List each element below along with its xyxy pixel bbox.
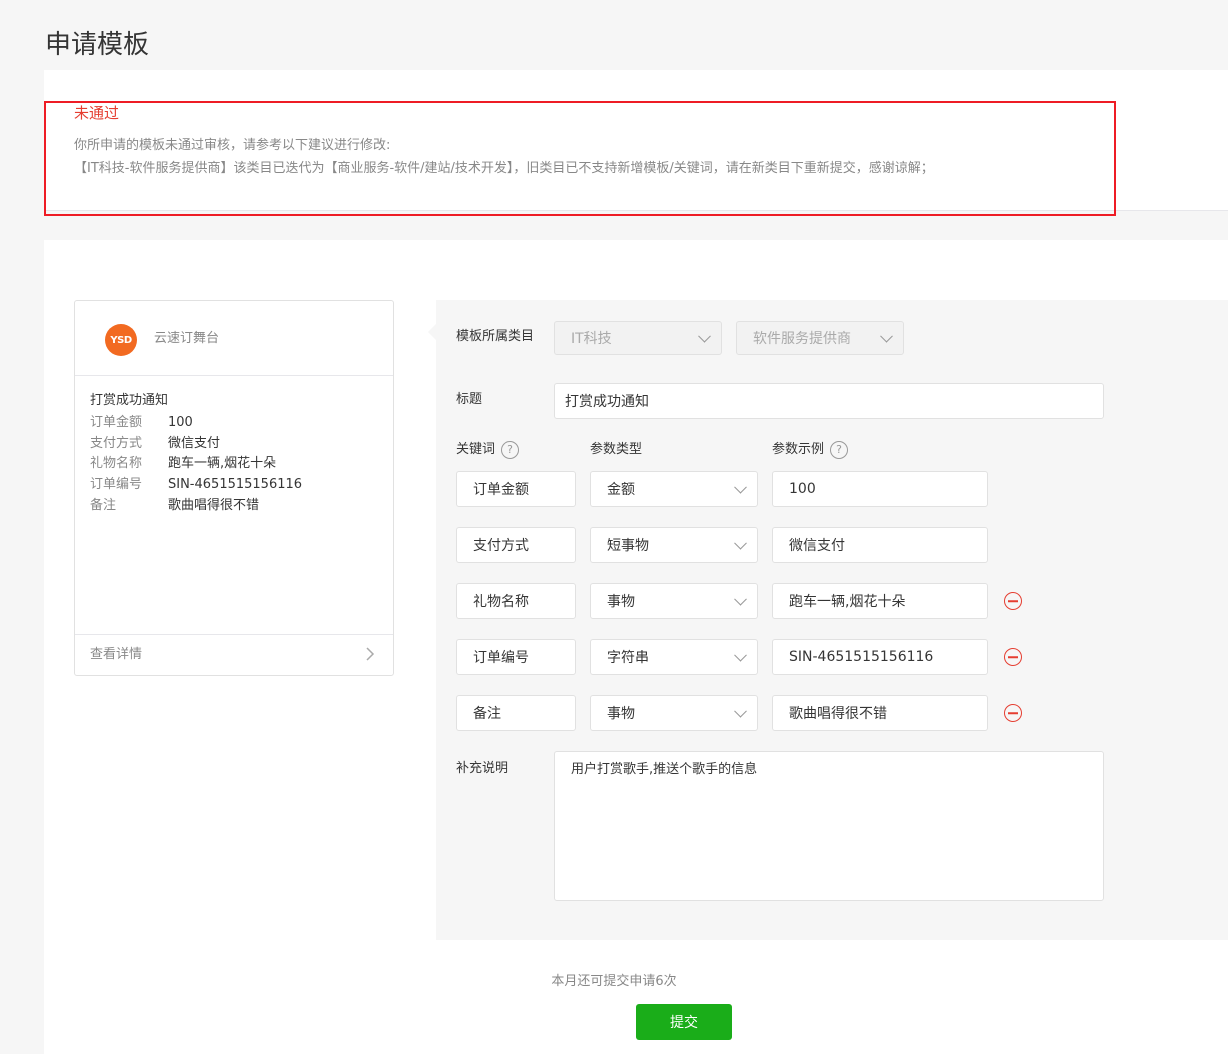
keyword-name-value: 备注 bbox=[473, 706, 501, 722]
preview-row-value: 歌曲唱得很不错 bbox=[168, 498, 260, 513]
keyword-name-input[interactable]: 订单金额 bbox=[456, 471, 576, 507]
submission-quota: 本月还可提交申请6次 bbox=[551, 974, 677, 989]
keyword-type-select[interactable]: 短事物 bbox=[590, 527, 758, 563]
keyword-example-input[interactable]: 歌曲唱得很不错 bbox=[772, 695, 988, 731]
view-details-link[interactable]: 查看详情 bbox=[75, 634, 393, 675]
keyword-type-value: 短事物 bbox=[607, 538, 649, 554]
category-label: 模板所属类目 bbox=[456, 329, 535, 344]
preview-row: 订单编号 SIN-4651515156116 bbox=[90, 475, 302, 495]
title-input-value: 打赏成功通知 bbox=[565, 394, 649, 410]
category-secondary-value: 软件服务提供商 bbox=[753, 331, 851, 347]
keyword-example-value: 100 bbox=[789, 481, 816, 497]
preview-row-value: 100 bbox=[168, 415, 193, 430]
keyword-type-select[interactable]: 字符串 bbox=[590, 639, 758, 675]
help-icon[interactable]: ? bbox=[501, 440, 520, 459]
keyword-type-value: 事物 bbox=[607, 706, 635, 722]
chevron-right-icon bbox=[366, 647, 375, 661]
keyword-name-value: 礼物名称 bbox=[473, 594, 529, 610]
keyword-type-select[interactable]: 事物 bbox=[590, 695, 758, 731]
remove-keyword-icon[interactable] bbox=[1004, 592, 1022, 610]
preview-row-key: 礼物名称 bbox=[90, 456, 143, 471]
keyword-example-input[interactable]: 100 bbox=[772, 471, 988, 507]
remove-keyword-icon[interactable] bbox=[1004, 648, 1022, 666]
preview-row: 支付方式 微信支付 bbox=[90, 434, 220, 454]
keyword-column-label: 关键词 bbox=[456, 442, 496, 457]
chevron-down-icon bbox=[734, 480, 747, 494]
keyword-example-value: 跑车一辆,烟花十朵 bbox=[789, 594, 906, 610]
chevron-down-icon bbox=[698, 329, 711, 343]
preview-row-value: 微信支付 bbox=[168, 436, 221, 451]
keyword-type-value: 事物 bbox=[607, 594, 635, 610]
example-column-header: 参数示例? bbox=[772, 440, 849, 460]
keyword-type-select[interactable]: 金额 bbox=[590, 471, 758, 507]
keyword-column-header: 关键词? bbox=[456, 440, 520, 460]
keyword-type-value: 金额 bbox=[607, 482, 635, 498]
remove-keyword-icon[interactable] bbox=[1004, 704, 1022, 722]
keyword-type-select[interactable]: 事物 bbox=[590, 583, 758, 619]
keyword-example-input[interactable]: 跑车一辆,烟花十朵 bbox=[772, 583, 988, 619]
example-column-label: 参数示例 bbox=[772, 442, 825, 457]
rejection-message-line2: 【IT科技-软件服务提供商】该类目已迭代为【商业服务-软件/建站/技术开发】，旧… bbox=[74, 161, 934, 176]
keyword-name-value: 支付方式 bbox=[473, 538, 529, 554]
view-details-label: 查看详情 bbox=[90, 647, 143, 662]
keyword-name-input[interactable]: 礼物名称 bbox=[456, 583, 576, 619]
keyword-name-value: 订单金额 bbox=[473, 482, 529, 498]
help-icon[interactable]: ? bbox=[830, 440, 849, 459]
keyword-example-value: 微信支付 bbox=[789, 538, 845, 554]
supplement-textarea[interactable]: 用户打赏歌手,推送个歌手的信息 bbox=[554, 751, 1104, 901]
keyword-example-input[interactable]: SIN-4651515156116 bbox=[772, 639, 988, 675]
category-primary-select[interactable]: IT科技 bbox=[554, 321, 722, 355]
rejection-message-line1: 你所申请的模板未通过审核，请参考以下建议进行修改: bbox=[74, 138, 391, 153]
preview-row: 备注 歌曲唱得很不错 bbox=[90, 496, 259, 516]
preview-row-key: 支付方式 bbox=[90, 436, 143, 451]
keyword-example-input[interactable]: 微信支付 bbox=[772, 527, 988, 563]
message-preview: YSD 云速订舞台 打赏成功通知 订单金额 100 支付方式 微信支付 礼物名称 跑车… bbox=[74, 300, 394, 676]
preview-row-key: 订单金额 bbox=[90, 415, 143, 430]
title-input[interactable]: 打赏成功通知 bbox=[554, 383, 1104, 419]
category-primary-value: IT科技 bbox=[571, 331, 612, 347]
supplement-label: 补充说明 bbox=[456, 761, 509, 776]
keyword-example-value: SIN-4651515156116 bbox=[789, 649, 934, 665]
chevron-down-icon bbox=[734, 536, 747, 550]
chevron-down-icon bbox=[880, 329, 893, 343]
title-label: 标题 bbox=[456, 392, 483, 407]
preview-row-key: 订单编号 bbox=[90, 477, 143, 492]
keyword-name-input[interactable]: 备注 bbox=[456, 695, 576, 731]
preview-row: 订单金额 100 bbox=[90, 413, 193, 433]
preview-row-key: 备注 bbox=[90, 498, 117, 513]
rejection-status: 未通过 bbox=[74, 104, 120, 122]
keyword-type-value: 字符串 bbox=[607, 650, 649, 666]
preview-title: 打赏成功通知 bbox=[90, 393, 169, 408]
account-logo-icon: YSD bbox=[105, 324, 137, 356]
keyword-example-value: 歌曲唱得很不错 bbox=[789, 706, 887, 722]
keyword-name-input[interactable]: 支付方式 bbox=[456, 527, 576, 563]
supplement-value: 用户打赏歌手,推送个歌手的信息 bbox=[571, 762, 758, 777]
keyword-name-value: 订单编号 bbox=[473, 650, 529, 666]
preview-row-value: 跑车一辆,烟花十朵 bbox=[168, 456, 277, 471]
preview-row-value: SIN-4651515156116 bbox=[168, 477, 303, 492]
type-column-header: 参数类型 bbox=[590, 442, 643, 457]
preview-header: YSD 云速订舞台 bbox=[75, 301, 393, 376]
page-title: 申请模板 bbox=[45, 30, 150, 61]
chevron-down-icon bbox=[734, 648, 747, 662]
preview-row: 礼物名称 跑车一辆,烟花十朵 bbox=[90, 454, 276, 474]
account-name: 云速订舞台 bbox=[154, 331, 220, 346]
chevron-down-icon bbox=[734, 592, 747, 606]
category-secondary-select[interactable]: 软件服务提供商 bbox=[736, 321, 904, 355]
submit-button[interactable]: 提交 bbox=[636, 1004, 732, 1040]
keyword-name-input[interactable]: 订单编号 bbox=[456, 639, 576, 675]
chevron-down-icon bbox=[734, 704, 747, 718]
